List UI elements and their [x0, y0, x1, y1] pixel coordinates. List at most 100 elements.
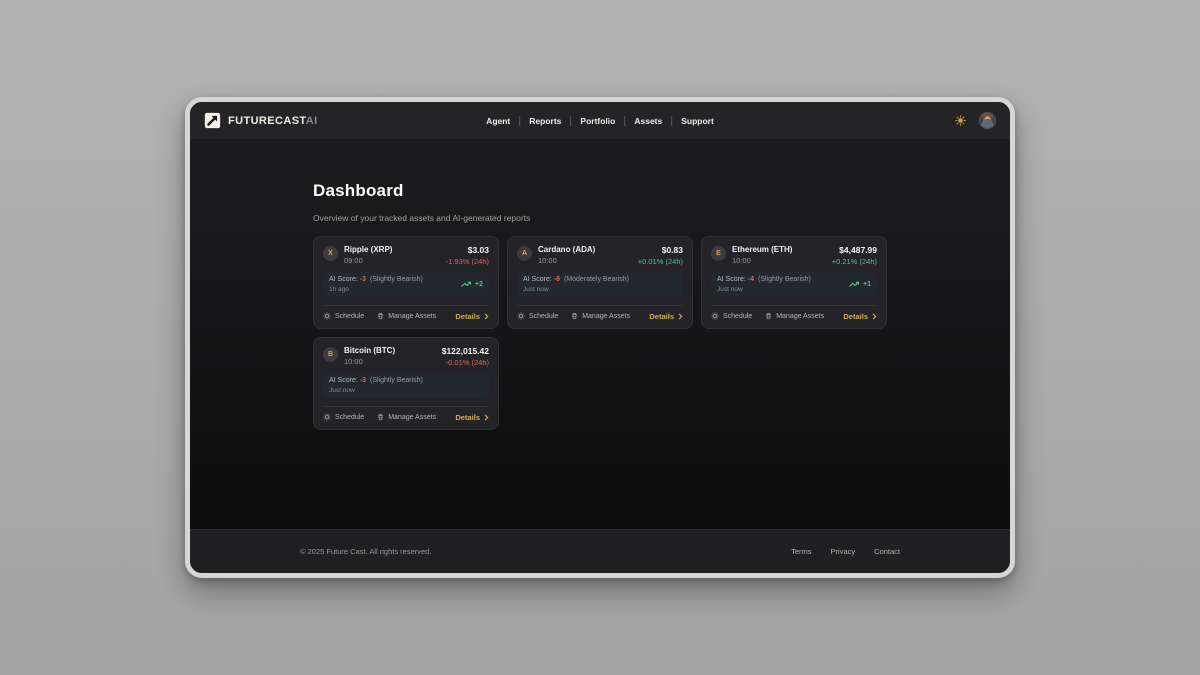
- ai-score-line: AI Score:-3 (Slightly Bearish): [329, 276, 423, 283]
- manage-assets-button[interactable]: Manage Assets: [377, 413, 436, 421]
- nav-item-reports[interactable]: Reports: [520, 116, 570, 126]
- schedule-button[interactable]: Schedule: [517, 312, 558, 320]
- brand-name: FUTURECASTAI: [228, 115, 318, 127]
- manage-assets-button[interactable]: Manage Assets: [571, 312, 630, 320]
- ai-score-value: -4: [746, 276, 756, 283]
- trash-icon: [765, 312, 772, 320]
- details-button[interactable]: Details: [843, 312, 877, 321]
- trash-icon: [377, 312, 384, 320]
- ai-score-value: -3: [358, 276, 368, 283]
- ai-score-sentiment: (Slightly Bearish): [758, 276, 811, 283]
- asset-name: Ripple (XRP): [344, 245, 392, 254]
- asset-price: $4,487.99: [832, 245, 877, 255]
- app-window: FUTURECASTAI Agent Reports Portfolio Ass…: [185, 97, 1015, 578]
- brand-logo[interactable]: FUTURECASTAI: [204, 112, 318, 129]
- card-actions: Schedule Manage Assets Details: [323, 305, 489, 321]
- chevron-right-icon: [872, 313, 877, 320]
- asset-card-ethereum: E Ethereum (ETH) 10:00 $4,487.99 +0.21% …: [701, 236, 887, 329]
- asset-time: 09:00: [344, 256, 392, 265]
- ai-score-box: AI Score:-6 (Moderately Bearish) Just no…: [517, 272, 683, 297]
- gear-icon: [711, 312, 719, 320]
- chevron-right-icon: [484, 414, 489, 421]
- copyright-text: © 2025 Future Cast. All rights reserved.: [300, 547, 431, 556]
- asset-price: $0.83: [638, 245, 683, 255]
- trending-up-icon: [849, 281, 860, 288]
- asset-card-grid: X Ripple (XRP) 09:00 $3.03 -1.93% (24h) …: [313, 236, 887, 430]
- ai-score-value: -6: [552, 276, 562, 283]
- score-updated-time: Just now: [523, 286, 629, 293]
- details-button[interactable]: Details: [455, 413, 489, 422]
- ai-score-line: AI Score:-3 (Slightly Bearish): [329, 377, 423, 384]
- asset-initial: E: [716, 250, 721, 257]
- trend-badge: +1: [849, 281, 871, 288]
- asset-change: -1.93% (24h): [446, 257, 489, 266]
- asset-avatar: B: [323, 347, 338, 362]
- main-nav: Agent Reports Portfolio Assets Support: [477, 102, 723, 139]
- trash-icon: [571, 312, 578, 320]
- asset-name: Ethereum (ETH): [732, 245, 792, 254]
- main-area: Dashboard Overview of your tracked asset…: [190, 140, 1010, 529]
- brand-accent: AI: [306, 115, 318, 127]
- asset-card-bitcoin: B Bitcoin (BTC) 10:00 $122,015.42 -0.01%…: [313, 337, 499, 430]
- score-updated-time: Just now: [329, 387, 423, 394]
- asset-initial: B: [328, 351, 333, 358]
- nav-item-assets[interactable]: Assets: [625, 116, 671, 126]
- page-title: Dashboard: [313, 181, 887, 201]
- score-updated-time: Just now: [717, 286, 811, 293]
- site-footer: © 2025 Future Cast. All rights reserved.…: [190, 529, 1010, 573]
- trending-up-icon: [461, 281, 472, 288]
- header-actions: [953, 112, 996, 129]
- asset-initial: A: [522, 250, 527, 257]
- gear-icon: [517, 312, 525, 320]
- footer-links: Terms Privacy Contact: [791, 547, 900, 556]
- asset-card-cardano: A Cardano (ADA) 10:00 $0.83 +0.01% (24h)…: [507, 236, 693, 329]
- schedule-button[interactable]: Schedule: [323, 312, 364, 320]
- ai-score-value: -3: [358, 377, 368, 384]
- ai-score-box: AI Score:-3 (Slightly Bearish) 1h ago +2: [323, 272, 489, 297]
- gear-icon: [323, 413, 331, 421]
- nav-item-portfolio[interactable]: Portfolio: [571, 116, 624, 126]
- ai-score-line: AI Score:-4 (Slightly Bearish): [717, 276, 811, 283]
- footer-link-terms[interactable]: Terms: [791, 547, 811, 556]
- app-header: FUTURECASTAI Agent Reports Portfolio Ass…: [190, 102, 1010, 140]
- schedule-button[interactable]: Schedule: [323, 413, 364, 421]
- trash-icon: [377, 413, 384, 421]
- user-avatar[interactable]: [979, 112, 996, 129]
- theme-toggle-sun-icon[interactable]: [953, 113, 968, 128]
- footer-link-contact[interactable]: Contact: [874, 547, 900, 556]
- asset-time: 10:00: [732, 256, 792, 265]
- asset-avatar: A: [517, 246, 532, 261]
- details-button[interactable]: Details: [455, 312, 489, 321]
- asset-avatar: X: [323, 246, 338, 261]
- ai-score-sentiment: (Slightly Bearish): [370, 276, 423, 283]
- logo-icon: [204, 112, 221, 129]
- footer-link-privacy[interactable]: Privacy: [831, 547, 856, 556]
- asset-name: Cardano (ADA): [538, 245, 595, 254]
- manage-assets-button[interactable]: Manage Assets: [765, 312, 824, 320]
- asset-name: Bitcoin (BTC): [344, 346, 395, 355]
- asset-time: 10:00: [344, 357, 395, 366]
- asset-avatar: E: [711, 246, 726, 261]
- card-actions: Schedule Manage Assets Details: [517, 305, 683, 321]
- asset-price: $3.03: [446, 245, 489, 255]
- nav-item-agent[interactable]: Agent: [477, 116, 519, 126]
- ai-score-line: AI Score:-6 (Moderately Bearish): [523, 276, 629, 283]
- asset-change: -0.01% (24h): [442, 358, 489, 367]
- asset-change: +0.01% (24h): [638, 257, 683, 266]
- asset-card-ripple: X Ripple (XRP) 09:00 $3.03 -1.93% (24h) …: [313, 236, 499, 329]
- ai-score-sentiment: (Slightly Bearish): [370, 377, 423, 384]
- trend-badge: +2: [461, 281, 483, 288]
- asset-price: $122,015.42: [442, 346, 489, 356]
- ai-score-box: AI Score:-3 (Slightly Bearish) Just now: [323, 373, 489, 398]
- nav-item-support[interactable]: Support: [672, 116, 723, 126]
- asset-initial: X: [328, 250, 333, 257]
- asset-time: 10:00: [538, 256, 595, 265]
- schedule-button[interactable]: Schedule: [711, 312, 752, 320]
- card-actions: Schedule Manage Assets Details: [323, 406, 489, 422]
- gear-icon: [323, 312, 331, 320]
- chevron-right-icon: [484, 313, 489, 320]
- asset-change: +0.21% (24h): [832, 257, 877, 266]
- manage-assets-button[interactable]: Manage Assets: [377, 312, 436, 320]
- chevron-right-icon: [678, 313, 683, 320]
- details-button[interactable]: Details: [649, 312, 683, 321]
